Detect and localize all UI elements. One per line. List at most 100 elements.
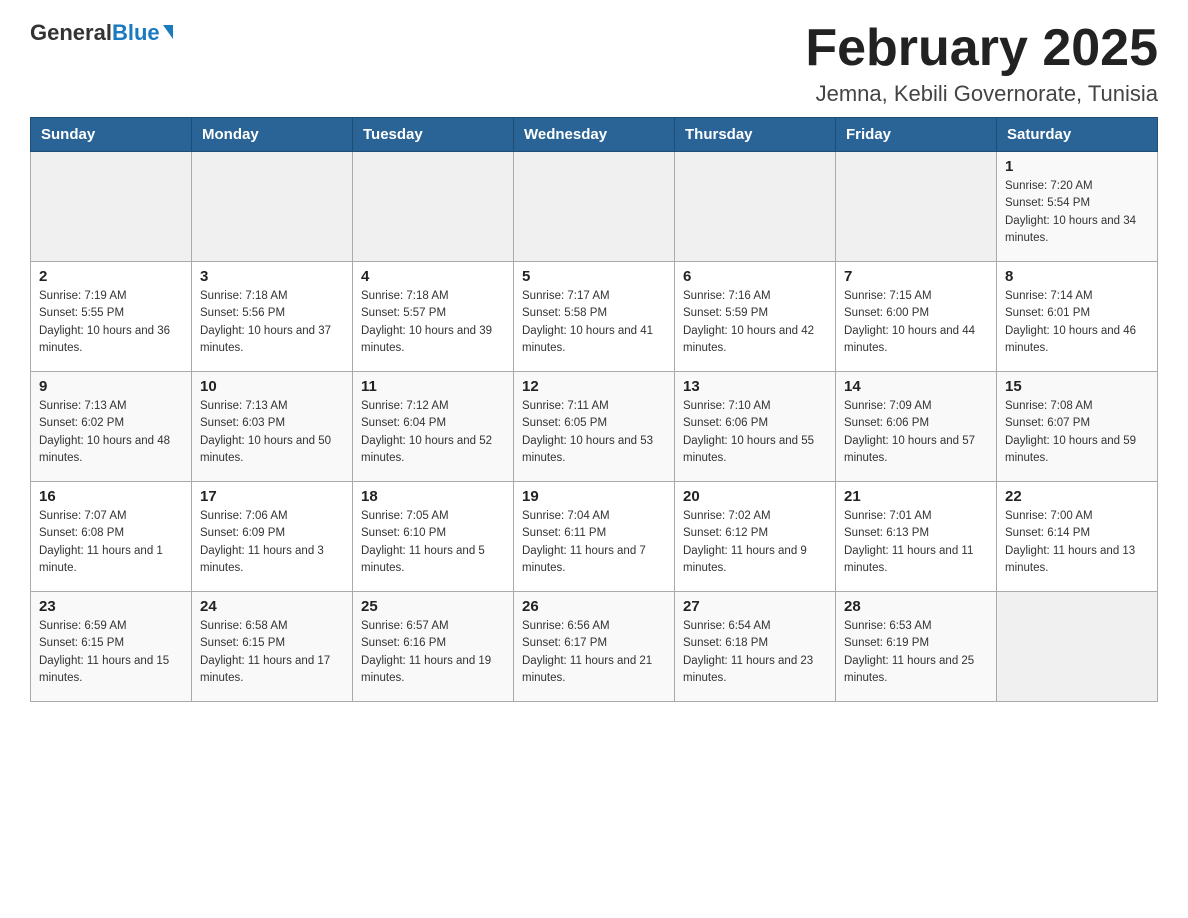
- day-info: Sunrise: 7:20 AMSunset: 5:54 PMDaylight:…: [1005, 178, 1149, 247]
- day-info: Sunrise: 7:04 AMSunset: 6:11 PMDaylight:…: [522, 508, 666, 577]
- calendar-cell: [675, 152, 836, 262]
- weekday-header-saturday: Saturday: [997, 118, 1158, 152]
- day-info: Sunrise: 7:19 AMSunset: 5:55 PMDaylight:…: [39, 288, 183, 357]
- calendar-cell: 17 Sunrise: 7:06 AMSunset: 6:09 PMDayligh…: [192, 482, 353, 592]
- day-number: 17: [200, 488, 344, 505]
- calendar-cell: 24 Sunrise: 6:58 AMSunset: 6:15 PMDayligh…: [192, 592, 353, 702]
- day-info: Sunrise: 7:17 AMSunset: 5:58 PMDaylight:…: [522, 288, 666, 357]
- day-number: 23: [39, 598, 183, 615]
- calendar-cell: 26Sunrise: 6:56 AMSunset: 6:17 PMDayligh…: [514, 592, 675, 702]
- logo-general-text: General: [30, 20, 112, 46]
- day-number: 9: [39, 378, 183, 395]
- day-number: 21: [844, 488, 988, 505]
- day-number: 27: [683, 598, 827, 615]
- day-number: 25: [361, 598, 505, 615]
- location-title: Jemna, Kebili Governorate, Tunisia: [805, 81, 1158, 107]
- calendar-cell: 9 Sunrise: 7:13 AMSunset: 6:02 PMDaylight…: [31, 372, 192, 482]
- day-number: 14: [844, 378, 988, 395]
- day-info: Sunrise: 6:58 AMSunset: 6:15 PMDaylight:…: [200, 618, 344, 687]
- calendar-cell: 1 Sunrise: 7:20 AMSunset: 5:54 PMDaylight…: [997, 152, 1158, 262]
- day-number: 16: [39, 488, 183, 505]
- day-info: Sunrise: 7:05 AMSunset: 6:10 PMDaylight:…: [361, 508, 505, 577]
- day-number: 6: [683, 268, 827, 285]
- day-number: 28: [844, 598, 988, 615]
- calendar-week-row: 2 Sunrise: 7:19 AMSunset: 5:55 PMDaylight…: [31, 262, 1158, 372]
- calendar-cell: 12Sunrise: 7:11 AMSunset: 6:05 PMDayligh…: [514, 372, 675, 482]
- day-number: 22: [1005, 488, 1149, 505]
- calendar-cell: 18 Sunrise: 7:05 AMSunset: 6:10 PMDayligh…: [353, 482, 514, 592]
- calendar-week-row: 9 Sunrise: 7:13 AMSunset: 6:02 PMDaylight…: [31, 372, 1158, 482]
- weekday-header-sunday: Sunday: [31, 118, 192, 152]
- day-info: Sunrise: 7:14 AMSunset: 6:01 PMDaylight:…: [1005, 288, 1149, 357]
- calendar-cell: 10 Sunrise: 7:13 AMSunset: 6:03 PMDayligh…: [192, 372, 353, 482]
- day-number: 8: [1005, 268, 1149, 285]
- calendar-cell: 19 Sunrise: 7:04 AMSunset: 6:11 PMDayligh…: [514, 482, 675, 592]
- day-info: Sunrise: 7:11 AMSunset: 6:05 PMDaylight:…: [522, 398, 666, 467]
- day-info: Sunrise: 7:12 AMSunset: 6:04 PMDaylight:…: [361, 398, 505, 467]
- calendar-cell: 5 Sunrise: 7:17 AMSunset: 5:58 PMDaylight…: [514, 262, 675, 372]
- day-info: Sunrise: 7:18 AMSunset: 5:56 PMDaylight:…: [200, 288, 344, 357]
- day-number: 7: [844, 268, 988, 285]
- calendar-cell: 7 Sunrise: 7:15 AMSunset: 6:00 PMDaylight…: [836, 262, 997, 372]
- day-number: 13: [683, 378, 827, 395]
- weekday-header-tuesday: Tuesday: [353, 118, 514, 152]
- calendar-table: SundayMondayTuesdayWednesdayThursdayFrid…: [30, 117, 1158, 702]
- day-info: Sunrise: 7:01 AMSunset: 6:13 PMDaylight:…: [844, 508, 988, 577]
- calendar-cell: [353, 152, 514, 262]
- day-info: Sunrise: 6:57 AMSunset: 6:16 PMDaylight:…: [361, 618, 505, 687]
- day-info: Sunrise: 7:02 AMSunset: 6:12 PMDaylight:…: [683, 508, 827, 577]
- calendar-cell: 23 Sunrise: 6:59 AMSunset: 6:15 PMDayligh…: [31, 592, 192, 702]
- calendar-cell: [31, 152, 192, 262]
- day-info: Sunrise: 7:13 AMSunset: 6:02 PMDaylight:…: [39, 398, 183, 467]
- calendar-cell: 3 Sunrise: 7:18 AMSunset: 5:56 PMDaylight…: [192, 262, 353, 372]
- day-info: Sunrise: 6:59 AMSunset: 6:15 PMDaylight:…: [39, 618, 183, 687]
- day-info: Sunrise: 7:06 AMSunset: 6:09 PMDaylight:…: [200, 508, 344, 577]
- calendar-cell: 21 Sunrise: 7:01 AMSunset: 6:13 PMDayligh…: [836, 482, 997, 592]
- day-info: Sunrise: 7:13 AMSunset: 6:03 PMDaylight:…: [200, 398, 344, 467]
- calendar-cell: 11 Sunrise: 7:12 AMSunset: 6:04 PMDayligh…: [353, 372, 514, 482]
- calendar-cell: 25 Sunrise: 6:57 AMSunset: 6:16 PMDayligh…: [353, 592, 514, 702]
- day-number: 19: [522, 488, 666, 505]
- day-info: Sunrise: 7:08 AMSunset: 6:07 PMDaylight:…: [1005, 398, 1149, 467]
- weekday-header-row: SundayMondayTuesdayWednesdayThursdayFrid…: [31, 118, 1158, 152]
- logo: General Blue: [30, 20, 173, 46]
- calendar-cell: [997, 592, 1158, 702]
- day-number: 20: [683, 488, 827, 505]
- calendar-cell: 13 Sunrise: 7:10 AMSunset: 6:06 PMDayligh…: [675, 372, 836, 482]
- calendar-cell: 27 Sunrise: 6:54 AMSunset: 6:18 PMDayligh…: [675, 592, 836, 702]
- day-number: 2: [39, 268, 183, 285]
- calendar-cell: 20 Sunrise: 7:02 AMSunset: 6:12 PMDayligh…: [675, 482, 836, 592]
- day-info: Sunrise: 7:10 AMSunset: 6:06 PMDaylight:…: [683, 398, 827, 467]
- day-number: 3: [200, 268, 344, 285]
- calendar-cell: 28 Sunrise: 6:53 AMSunset: 6:19 PMDayligh…: [836, 592, 997, 702]
- day-info: Sunrise: 7:15 AMSunset: 6:00 PMDaylight:…: [844, 288, 988, 357]
- day-info: Sunrise: 6:53 AMSunset: 6:19 PMDaylight:…: [844, 618, 988, 687]
- calendar-cell: [836, 152, 997, 262]
- page-header: General Blue February 2025 Jemna, Kebili…: [30, 20, 1158, 107]
- day-number: 18: [361, 488, 505, 505]
- weekday-header-friday: Friday: [836, 118, 997, 152]
- weekday-header-thursday: Thursday: [675, 118, 836, 152]
- day-number: 26: [522, 598, 666, 615]
- logo-blue-text: Blue: [112, 20, 160, 46]
- calendar-week-row: 16Sunrise: 7:07 AMSunset: 6:08 PMDayligh…: [31, 482, 1158, 592]
- day-number: 24: [200, 598, 344, 615]
- day-number: 15: [1005, 378, 1149, 395]
- day-number: 4: [361, 268, 505, 285]
- day-number: 11: [361, 378, 505, 395]
- calendar-cell: 14Sunrise: 7:09 AMSunset: 6:06 PMDayligh…: [836, 372, 997, 482]
- calendar-cell: 15 Sunrise: 7:08 AMSunset: 6:07 PMDayligh…: [997, 372, 1158, 482]
- calendar-cell: 16Sunrise: 7:07 AMSunset: 6:08 PMDayligh…: [31, 482, 192, 592]
- calendar-week-row: 1 Sunrise: 7:20 AMSunset: 5:54 PMDaylight…: [31, 152, 1158, 262]
- calendar-cell: 4 Sunrise: 7:18 AMSunset: 5:57 PMDaylight…: [353, 262, 514, 372]
- day-number: 5: [522, 268, 666, 285]
- day-number: 10: [200, 378, 344, 395]
- weekday-header-monday: Monday: [192, 118, 353, 152]
- day-info: Sunrise: 7:18 AMSunset: 5:57 PMDaylight:…: [361, 288, 505, 357]
- day-info: Sunrise: 7:16 AMSunset: 5:59 PMDaylight:…: [683, 288, 827, 357]
- calendar-cell: 8 Sunrise: 7:14 AMSunset: 6:01 PMDaylight…: [997, 262, 1158, 372]
- day-info: Sunrise: 6:54 AMSunset: 6:18 PMDaylight:…: [683, 618, 827, 687]
- day-number: 1: [1005, 158, 1149, 175]
- day-info: Sunrise: 7:00 AMSunset: 6:14 PMDaylight:…: [1005, 508, 1149, 577]
- weekday-header-wednesday: Wednesday: [514, 118, 675, 152]
